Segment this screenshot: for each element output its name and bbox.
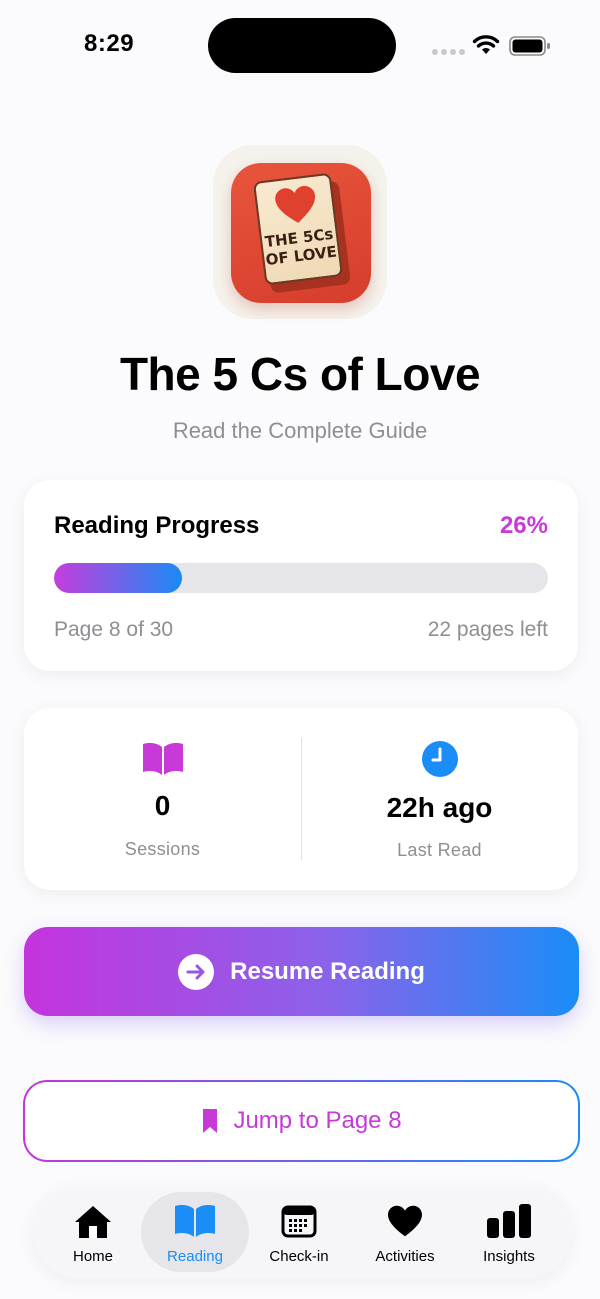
battery-icon: [509, 36, 550, 56]
bookmark-icon: [203, 1109, 218, 1133]
sessions-stat: 0 Sessions: [24, 708, 301, 890]
book-cover-image: THE 5Cs OF LOVE: [252, 172, 344, 286]
progress-bar-fill: [54, 563, 183, 593]
tab-home[interactable]: Home: [39, 1192, 147, 1272]
book-open-icon: [143, 743, 183, 775]
reading-progress-card: Reading Progress 26% Page 8 of 30 22 pag…: [24, 480, 578, 671]
tab-activities-label: Activities: [375, 1248, 435, 1265]
arrow-right-circle-icon: [178, 953, 215, 990]
last-read-stat: 22h ago Last Read: [301, 708, 578, 890]
book-open-icon: [175, 1205, 215, 1237]
calendar-icon: [281, 1205, 317, 1238]
clock-icon: [422, 741, 458, 777]
progress-pages-left: 22 pages left: [427, 618, 548, 641]
tab-home-label: Home: [72, 1248, 113, 1265]
app-icon: THE 5Cs OF LOVE: [231, 163, 371, 303]
resume-reading-label: Resume Reading: [230, 957, 425, 985]
bar-chart-icon: [487, 1204, 531, 1238]
progress-bar: [54, 563, 548, 593]
app-icon-container: THE 5Cs OF LOVE: [213, 145, 387, 319]
tab-bar: Home Reading Check-in Activities Insight…: [32, 1186, 572, 1278]
jump-to-page-button[interactable]: Jump to Page 8: [23, 1080, 580, 1162]
tab-reading-label: Reading: [167, 1248, 223, 1265]
dynamic-island: [208, 18, 396, 73]
status-time: 8:29: [84, 30, 135, 57]
tab-insights-label: Insights: [483, 1248, 535, 1265]
resume-reading-button[interactable]: Resume Reading: [24, 927, 579, 1016]
progress-percent: 26%: [499, 512, 548, 539]
progress-page-count: Page 8 of 30: [54, 618, 174, 641]
reading-stats-card: 0 Sessions 22h ago Last Read: [24, 708, 578, 890]
jump-to-page-label: Jump to Page 8: [233, 1107, 402, 1134]
wifi-icon: [472, 35, 500, 54]
cellular-signal-icon: [432, 49, 465, 55]
heart-icon: [275, 185, 316, 223]
sessions-caption: Sessions: [124, 839, 201, 859]
sessions-value: 0: [154, 790, 171, 821]
book-cover-title: THE 5Cs OF LOVE: [263, 224, 338, 270]
tab-check-in-label: Check-in: [269, 1248, 329, 1265]
tab-insights[interactable]: Insights: [455, 1192, 563, 1272]
page-title: The 5 Cs of Love: [119, 348, 481, 400]
tab-activities[interactable]: Activities: [351, 1192, 459, 1272]
house-icon: [75, 1206, 111, 1238]
last-read-caption: Last Read: [397, 840, 482, 860]
page-subtitle: Read the Complete Guide: [172, 418, 428, 443]
tab-check-in[interactable]: Check-in: [245, 1192, 353, 1272]
heart-icon: [388, 1205, 422, 1237]
tab-reading[interactable]: Reading: [141, 1192, 249, 1272]
progress-label: Reading Progress: [54, 512, 260, 539]
last-read-value: 22h ago: [386, 792, 493, 823]
